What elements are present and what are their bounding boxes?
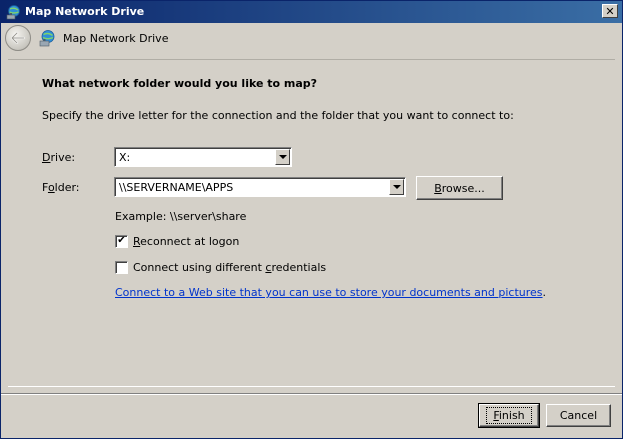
browse-button-label: Browse...	[434, 181, 485, 195]
drive-dropdown-button[interactable]	[275, 149, 290, 165]
drive-select[interactable]: X:	[114, 147, 292, 167]
page-heading: What network folder would you like to ma…	[42, 77, 318, 90]
cancel-button[interactable]: Cancel	[546, 404, 611, 427]
window-title: Map Network Drive	[25, 5, 145, 18]
reconnect-label[interactable]: Reconnect at logon	[133, 235, 239, 248]
wizard-page: What network folder would you like to ma…	[8, 59, 615, 387]
finish-button-label: Finish	[486, 407, 532, 424]
back-button[interactable]	[5, 25, 31, 51]
credentials-checkbox[interactable]	[115, 261, 128, 274]
close-icon: ✕	[605, 4, 615, 18]
drive-label: Drive:	[42, 151, 76, 164]
drive-value: X:	[119, 151, 131, 164]
folder-dropdown-button[interactable]	[389, 179, 404, 195]
folder-value[interactable]: \\SERVERNAME\APPS	[119, 181, 233, 194]
web-storage-link[interactable]: Connect to a Web site that you can use t…	[115, 286, 543, 299]
credentials-label[interactable]: Connect using different credentials	[133, 261, 326, 274]
web-link-row: Connect to a Web site that you can use t…	[115, 286, 546, 299]
wizard-title: Map Network Drive	[63, 32, 169, 45]
web-link-suffix: .	[542, 286, 547, 299]
browse-button[interactable]: Browse...	[416, 176, 503, 200]
example-text: Example: \\server\share	[115, 210, 247, 223]
network-drive-icon	[39, 30, 55, 47]
chevron-down-icon	[278, 155, 287, 159]
chevron-down-icon	[392, 185, 401, 189]
reconnect-checkbox[interactable]: ✔	[115, 235, 128, 248]
cancel-button-label: Cancel	[559, 409, 598, 422]
footer-separator	[1, 393, 622, 395]
page-description: Specify the drive letter for the connect…	[42, 109, 514, 122]
folder-combobox[interactable]: \\SERVERNAME\APPS	[114, 177, 406, 197]
map-network-drive-window: Map Network Drive ✕ Map Network Drive Wh…	[0, 0, 623, 439]
back-arrow-icon	[11, 32, 25, 44]
network-drive-icon	[6, 5, 20, 20]
finish-button[interactable]: Finish	[478, 403, 540, 428]
wizard-header: Map Network Drive	[1, 23, 622, 53]
checkmark-icon: ✔	[117, 235, 126, 246]
title-bar[interactable]: Map Network Drive ✕	[1, 1, 622, 23]
close-button[interactable]: ✕	[602, 4, 618, 18]
folder-label: Folder:	[42, 181, 80, 194]
